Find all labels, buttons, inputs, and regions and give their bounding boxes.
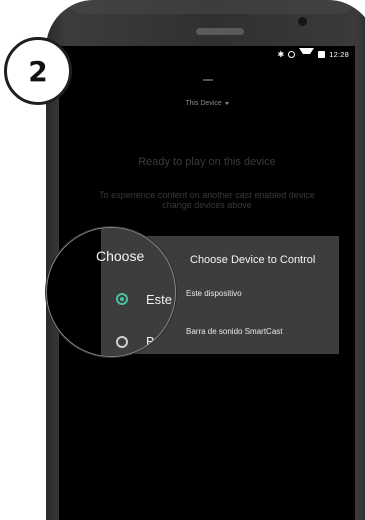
toolbar-handle [203, 79, 213, 81]
magnified-option-this-device[interactable]: Este [146, 292, 172, 307]
dropdown-caret-icon [224, 101, 229, 105]
front-camera [298, 17, 307, 26]
step-number-badge: 2 [4, 37, 72, 105]
device-selector[interactable]: This Device [59, 100, 355, 107]
magnified-option-soundbar[interactable]: Bar [146, 334, 166, 349]
radio-unselected-icon[interactable] [116, 336, 128, 348]
sync-icon [288, 51, 296, 58]
magnifier-lens: Choose Este Bar [46, 227, 176, 357]
option-smartcast-soundbar[interactable]: Barra de sonido SmartCast [186, 327, 283, 336]
ready-description: To experience content on another cast en… [99, 190, 315, 210]
status-bar: ✱ 12:28 [59, 46, 355, 63]
magnified-dialog-title: Choose [96, 248, 145, 264]
battery-icon [318, 51, 326, 58]
device-selector-label: This Device [185, 100, 222, 107]
wifi-icon [299, 48, 315, 61]
step-number: 2 [28, 54, 48, 88]
magnifier-screen-bg [47, 228, 101, 356]
earpiece-speaker [196, 28, 244, 35]
phone-top-edge [68, 0, 354, 14]
radio-selected-icon[interactable] [116, 293, 128, 305]
option-this-device[interactable]: Este dispositivo [186, 289, 242, 298]
bluetooth-icon: ✱ [277, 49, 285, 59]
dialog-title: Choose Device to Control [190, 254, 316, 266]
status-time: 12:28 [329, 50, 349, 59]
ready-title: Ready to play on this device [138, 156, 276, 168]
